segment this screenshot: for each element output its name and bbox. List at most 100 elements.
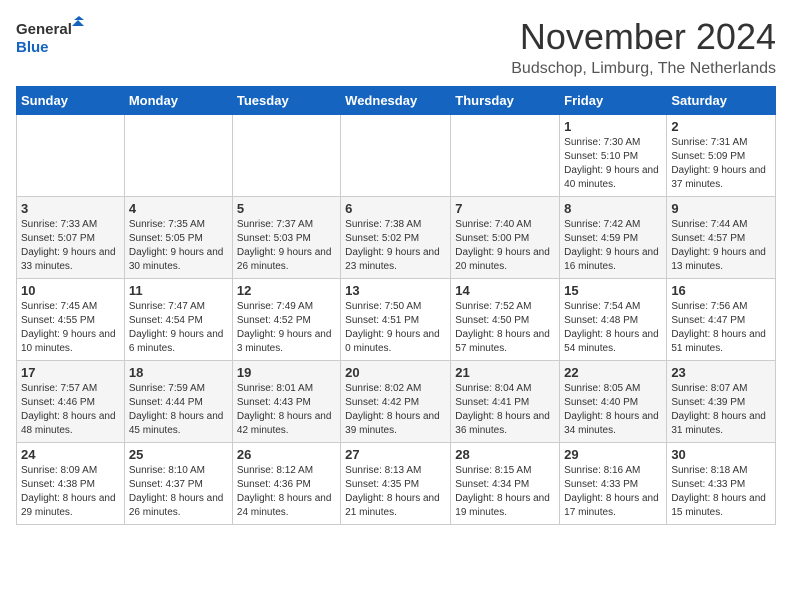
day-info: Sunrise: 8:01 AM Sunset: 4:43 PM Dayligh… (237, 382, 336, 438)
day-info: Sunrise: 7:35 AM Sunset: 5:05 PM Dayligh… (129, 218, 228, 274)
calendar-cell: 2 Sunrise: 7:31 AM Sunset: 5:09 PM Daylig… (667, 115, 776, 197)
day-number: 28 (455, 447, 555, 462)
day-number: 4 (129, 201, 228, 216)
calendar-week-row: 1 Sunrise: 7:30 AM Sunset: 5:10 PM Daylig… (17, 115, 776, 197)
day-number: 25 (129, 447, 228, 462)
day-info: Sunrise: 8:10 AM Sunset: 4:37 PM Dayligh… (129, 464, 228, 520)
day-number: 18 (129, 365, 228, 380)
calendar-cell: 4 Sunrise: 7:35 AM Sunset: 5:05 PM Daylig… (124, 197, 232, 279)
day-number: 23 (671, 365, 771, 380)
day-number: 12 (237, 283, 336, 298)
calendar-cell: 7 Sunrise: 7:40 AM Sunset: 5:00 PM Daylig… (451, 197, 560, 279)
calendar-cell (232, 115, 340, 197)
calendar-cell: 5Sunrise: 7:37 AM Sunset: 5:03 PM Daylig… (232, 197, 340, 279)
day-info: Sunrise: 8:18 AM Sunset: 4:33 PM Dayligh… (671, 464, 771, 520)
calendar-cell: 17Sunrise: 7:57 AM Sunset: 4:46 PM Dayli… (17, 361, 125, 443)
day-number: 10 (21, 283, 120, 298)
day-info: Sunrise: 8:07 AM Sunset: 4:39 PM Dayligh… (671, 382, 771, 438)
calendar-cell: 30 Sunrise: 8:18 AM Sunset: 4:33 PM Dayli… (667, 443, 776, 525)
month-title: November 2024 (511, 16, 776, 58)
day-number: 13 (345, 283, 446, 298)
day-info: Sunrise: 8:13 AM Sunset: 4:35 PM Dayligh… (345, 464, 446, 520)
calendar-cell (17, 115, 125, 197)
day-info: Sunrise: 7:59 AM Sunset: 4:44 PM Dayligh… (129, 382, 228, 438)
calendar-cell: 23 Sunrise: 8:07 AM Sunset: 4:39 PM Dayli… (667, 361, 776, 443)
calendar-cell: 6Sunrise: 7:38 AM Sunset: 5:02 PM Daylig… (341, 197, 451, 279)
day-info: Sunrise: 7:42 AM Sunset: 4:59 PM Dayligh… (564, 218, 662, 274)
day-info: Sunrise: 8:15 AM Sunset: 4:34 PM Dayligh… (455, 464, 555, 520)
day-number: 1 (564, 119, 662, 134)
day-info: Sunrise: 8:02 AM Sunset: 4:42 PM Dayligh… (345, 382, 446, 438)
day-number: 19 (237, 365, 336, 380)
day-number: 8 (564, 201, 662, 216)
day-info: Sunrise: 8:09 AM Sunset: 4:38 PM Dayligh… (21, 464, 120, 520)
day-number: 20 (345, 365, 446, 380)
day-info: Sunrise: 8:12 AM Sunset: 4:36 PM Dayligh… (237, 464, 336, 520)
day-info: Sunrise: 8:05 AM Sunset: 4:40 PM Dayligh… (564, 382, 662, 438)
calendar-cell: 29 Sunrise: 8:16 AM Sunset: 4:33 PM Dayli… (560, 443, 667, 525)
calendar-body: 1 Sunrise: 7:30 AM Sunset: 5:10 PM Daylig… (17, 115, 776, 525)
day-info: Sunrise: 7:31 AM Sunset: 5:09 PM Dayligh… (671, 136, 771, 192)
calendar-cell (451, 115, 560, 197)
day-number: 14 (455, 283, 555, 298)
day-of-week-header: Wednesday (341, 87, 451, 115)
day-info: Sunrise: 7:44 AM Sunset: 4:57 PM Dayligh… (671, 218, 771, 274)
calendar-cell: 21Sunrise: 8:04 AM Sunset: 4:41 PM Dayli… (451, 361, 560, 443)
calendar-cell: 25 Sunrise: 8:10 AM Sunset: 4:37 PM Dayli… (124, 443, 232, 525)
day-of-week-header: Monday (124, 87, 232, 115)
day-number: 11 (129, 283, 228, 298)
calendar-cell: 24 Sunrise: 8:09 AM Sunset: 4:38 PM Dayli… (17, 443, 125, 525)
day-of-week-header: Tuesday (232, 87, 340, 115)
calendar-week-row: 17Sunrise: 7:57 AM Sunset: 4:46 PM Dayli… (17, 361, 776, 443)
calendar-cell: 1 Sunrise: 7:30 AM Sunset: 5:10 PM Daylig… (560, 115, 667, 197)
day-info: Sunrise: 7:45 AM Sunset: 4:55 PM Dayligh… (21, 300, 120, 356)
calendar-cell: 27 Sunrise: 8:13 AM Sunset: 4:35 PM Dayli… (341, 443, 451, 525)
title-block: November 2024 Budschop, Limburg, The Net… (511, 16, 776, 78)
calendar-cell: 3 Sunrise: 7:33 AM Sunset: 5:07 PM Daylig… (17, 197, 125, 279)
day-number: 7 (455, 201, 555, 216)
day-info: Sunrise: 7:30 AM Sunset: 5:10 PM Dayligh… (564, 136, 662, 192)
day-number: 3 (21, 201, 120, 216)
calendar-cell: 12 Sunrise: 7:49 AM Sunset: 4:52 PM Dayli… (232, 279, 340, 361)
day-info: Sunrise: 7:56 AM Sunset: 4:47 PM Dayligh… (671, 300, 771, 356)
calendar-cell: 13 Sunrise: 7:50 AM Sunset: 4:51 PM Dayli… (341, 279, 451, 361)
day-of-week-header: Sunday (17, 87, 125, 115)
calendar-cell (341, 115, 451, 197)
calendar-cell: 16 Sunrise: 7:56 AM Sunset: 4:47 PM Dayli… (667, 279, 776, 361)
day-number: 2 (671, 119, 771, 134)
calendar-cell: 8 Sunrise: 7:42 AM Sunset: 4:59 PM Daylig… (560, 197, 667, 279)
day-info: Sunrise: 7:37 AM Sunset: 5:03 PM Dayligh… (237, 218, 336, 274)
day-info: Sunrise: 7:33 AM Sunset: 5:07 PM Dayligh… (21, 218, 120, 274)
day-number: 30 (671, 447, 771, 462)
svg-text:General: General (16, 21, 72, 38)
calendar-header-row: SundayMondayTuesdayWednesdayThursdayFrid… (17, 87, 776, 115)
logo-svg: General Blue (16, 16, 86, 60)
svg-text:Blue: Blue (16, 39, 49, 56)
calendar-cell: 14Sunrise: 7:52 AM Sunset: 4:50 PM Dayli… (451, 279, 560, 361)
calendar-week-row: 3 Sunrise: 7:33 AM Sunset: 5:07 PM Daylig… (17, 197, 776, 279)
calendar-week-row: 24 Sunrise: 8:09 AM Sunset: 4:38 PM Dayli… (17, 443, 776, 525)
day-info: Sunrise: 8:16 AM Sunset: 4:33 PM Dayligh… (564, 464, 662, 520)
day-number: 16 (671, 283, 771, 298)
day-number: 15 (564, 283, 662, 298)
day-info: Sunrise: 7:50 AM Sunset: 4:51 PM Dayligh… (345, 300, 446, 356)
day-info: Sunrise: 7:40 AM Sunset: 5:00 PM Dayligh… (455, 218, 555, 274)
day-number: 6 (345, 201, 446, 216)
location-title: Budschop, Limburg, The Netherlands (511, 60, 776, 78)
calendar-week-row: 10 Sunrise: 7:45 AM Sunset: 4:55 PM Dayli… (17, 279, 776, 361)
calendar-cell: 11Sunrise: 7:47 AM Sunset: 4:54 PM Dayli… (124, 279, 232, 361)
day-number: 24 (21, 447, 120, 462)
day-info: Sunrise: 8:04 AM Sunset: 4:41 PM Dayligh… (455, 382, 555, 438)
day-of-week-header: Saturday (667, 87, 776, 115)
day-of-week-header: Thursday (451, 87, 560, 115)
calendar-cell: 18 Sunrise: 7:59 AM Sunset: 4:44 PM Dayli… (124, 361, 232, 443)
calendar: SundayMondayTuesdayWednesdayThursdayFrid… (16, 86, 776, 525)
calendar-cell: 20 Sunrise: 8:02 AM Sunset: 4:42 PM Dayli… (341, 361, 451, 443)
day-number: 29 (564, 447, 662, 462)
calendar-cell: 15Sunrise: 7:54 AM Sunset: 4:48 PM Dayli… (560, 279, 667, 361)
day-number: 27 (345, 447, 446, 462)
calendar-cell: 9Sunrise: 7:44 AM Sunset: 4:57 PM Daylig… (667, 197, 776, 279)
day-info: Sunrise: 7:49 AM Sunset: 4:52 PM Dayligh… (237, 300, 336, 356)
calendar-cell: 22Sunrise: 8:05 AM Sunset: 4:40 PM Dayli… (560, 361, 667, 443)
calendar-cell: 28 Sunrise: 8:15 AM Sunset: 4:34 PM Dayli… (451, 443, 560, 525)
